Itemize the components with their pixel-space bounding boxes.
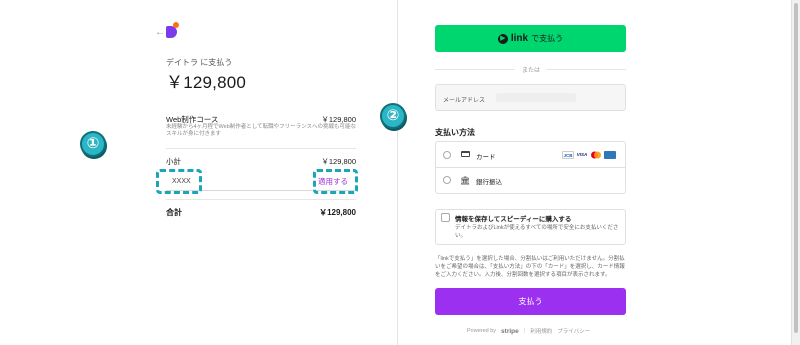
stripe-logo: stripe xyxy=(501,327,519,335)
save-info-checkbox[interactable] xyxy=(441,213,450,222)
bank-transfer-label[interactable]: 銀行振込 xyxy=(476,176,502,186)
card-radio[interactable] xyxy=(443,151,451,159)
card-label[interactable]: カード xyxy=(476,151,496,161)
visa-icon: VISA xyxy=(576,152,588,157)
bank-transfer-radio[interactable] xyxy=(443,176,451,184)
item-description: 未経験から4ヶ月程でWeb制作者として転職やフリーランスへの挑戦も可能なスキルが… xyxy=(166,124,356,137)
annotation-marker-2: ② xyxy=(380,103,406,129)
annotation-marker-1: ① xyxy=(80,131,106,157)
save-info-title[interactable]: 情報を保存してスピーディーに購入する xyxy=(455,213,571,223)
link-pay-button[interactable]: ▶ link で支払う xyxy=(435,25,626,52)
terms-link[interactable]: 利用規約 xyxy=(530,327,552,335)
total-value: ￥129,800 xyxy=(319,208,356,217)
save-info-description: デイトラおよびLinkが使えるすべての場所で安全にお支払いください。 xyxy=(455,225,619,239)
divider xyxy=(546,69,626,70)
footer-separator: | xyxy=(523,328,526,334)
merchant-label: デイトラ に支払う xyxy=(166,58,233,67)
mastercard-icon xyxy=(590,151,602,159)
bank-icon: 🏛 xyxy=(460,176,471,185)
coupon-highlight xyxy=(156,169,202,194)
apply-highlight xyxy=(313,169,358,194)
jcb-icon: JCB xyxy=(562,151,574,159)
divider xyxy=(166,199,356,200)
total-label: 合計 xyxy=(166,208,182,217)
amex-icon xyxy=(604,151,616,159)
order-amount: ￥129,800 xyxy=(166,73,247,92)
pay-button[interactable]: 支払う xyxy=(435,288,626,315)
installment-notice: 「linkで支払う」を選択した場合、分割払いはご利用いただけません。分割払いをご… xyxy=(435,256,625,278)
footer: Powered by stripe | 利用規約 プライバシー xyxy=(467,327,590,336)
payment-method-title: 支払い方法 xyxy=(435,128,475,137)
subtotal-value: ￥129,800 xyxy=(321,157,356,166)
subtotal-label: 小計 xyxy=(166,157,181,166)
divider xyxy=(166,148,356,149)
link-pay-label: で支払う xyxy=(531,34,564,43)
email-label: メールアドレス xyxy=(443,98,486,104)
credit-card-icon xyxy=(461,151,470,157)
scrollbar[interactable] xyxy=(791,0,800,345)
privacy-link[interactable]: プライバシー xyxy=(557,327,590,335)
scrollbar-thumb[interactable] xyxy=(794,3,798,333)
or-separator: または xyxy=(521,68,540,74)
divider xyxy=(435,167,626,168)
link-brand: link xyxy=(510,33,529,44)
divider xyxy=(435,69,515,70)
play-icon: ▶ xyxy=(497,33,508,44)
powered-by-label: Powered by xyxy=(467,328,497,334)
email-value-redacted xyxy=(496,93,576,102)
merchant-logo-dot xyxy=(173,22,179,28)
arrow-left-icon[interactable]: ← xyxy=(155,27,165,38)
